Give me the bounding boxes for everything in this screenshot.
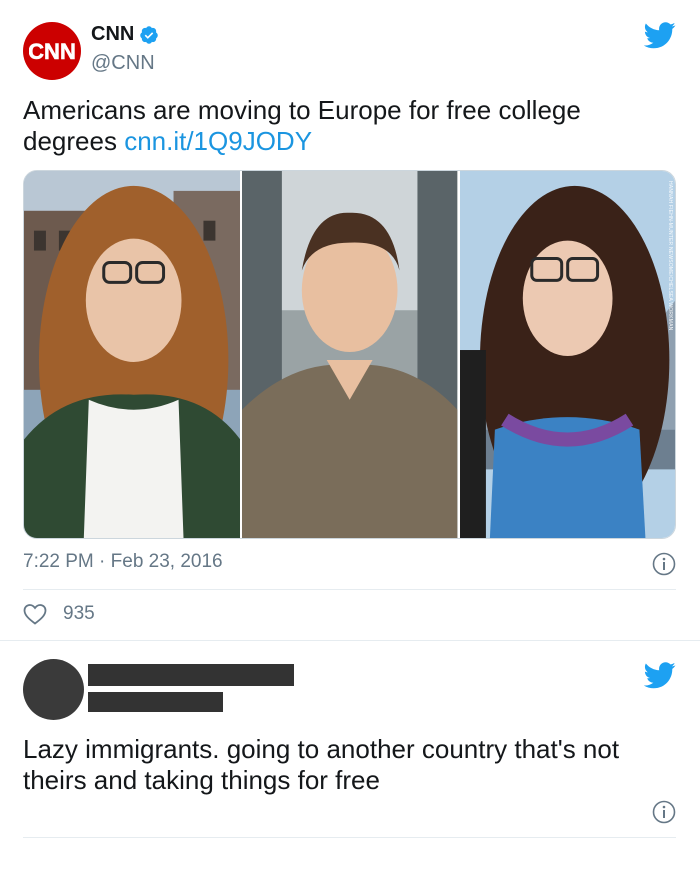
tweet-link[interactable]: cnn.it/1Q9JODY xyxy=(124,126,312,156)
photo-credit: HANNAH FIEHN-MUNTER NEWSOME/CHELSEA WORK… xyxy=(666,181,673,331)
twitter-bird-icon[interactable] xyxy=(644,22,676,49)
timestamp[interactable]: 7:22 PM · Feb 23, 2016 xyxy=(23,551,223,573)
divider xyxy=(23,589,676,590)
tweet-card-reply: Lazy immigrants. going to another countr… xyxy=(0,641,700,879)
like-count: 935 xyxy=(63,603,95,624)
cnn-avatar[interactable]: CNN xyxy=(23,22,81,80)
like-button[interactable]: 935 xyxy=(23,603,95,625)
redacted-handle xyxy=(88,692,223,712)
info-icon[interactable] xyxy=(652,800,676,824)
tweet-media[interactable]: HANNAH FIEHN-MUNTER NEWSOME/CHELSEA WORK… xyxy=(23,170,676,539)
redacted-display-name xyxy=(88,664,294,686)
photo-woman-glasses xyxy=(24,171,241,538)
handle[interactable]: @CNN xyxy=(91,52,155,75)
display-name[interactable]: CNN xyxy=(91,23,134,46)
cnn-logo: CNN xyxy=(29,39,75,65)
heart-icon xyxy=(23,604,47,625)
tweet-text: Americans are moving to Europe for free … xyxy=(23,95,663,157)
tweet-card-cnn: CNN CNN @CNN Americans are moving to Eur… xyxy=(0,0,700,641)
svg-text:CNN: CNN xyxy=(29,39,75,64)
twitter-bird-icon[interactable] xyxy=(644,662,676,689)
verified-badge-icon xyxy=(140,25,159,44)
info-icon[interactable] xyxy=(652,552,676,576)
photo-man-plaid xyxy=(240,171,460,538)
divider xyxy=(23,837,676,838)
avatar[interactable] xyxy=(23,659,84,720)
photo-woman-mountains: HANNAH FIEHN-MUNTER NEWSOME/CHELSEA WORK… xyxy=(459,171,675,538)
tweet-text: Lazy immigrants. going to another countr… xyxy=(23,734,620,795)
